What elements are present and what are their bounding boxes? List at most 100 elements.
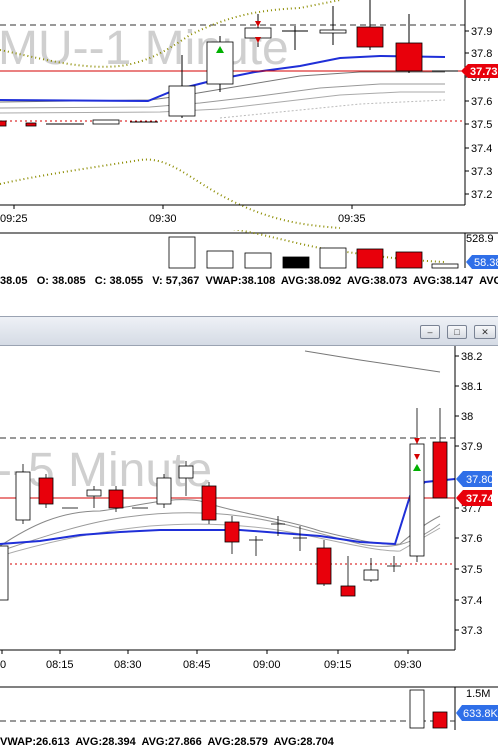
top-price-tick: 37.8 <box>471 48 492 60</box>
close-icon: ✕ <box>481 327 489 337</box>
top-ma-line-3 <box>0 91 445 114</box>
bottom-candle <box>432 441 448 499</box>
bottom-status-avg-4: AVG:28.704 <box>273 736 334 748</box>
minimize-icon: ‒ <box>427 327 433 337</box>
bottom-price-chart[interactable]: --5 Minute 38.2 38.1 38 37.9 37.7 37.6 3… <box>0 346 498 686</box>
top-price-tick: 37.9 <box>471 26 492 38</box>
bottom-candles <box>0 408 448 601</box>
bottom-volume-bar <box>409 689 425 729</box>
top-volume-bar <box>319 247 347 269</box>
top-time-tick: 09:25 <box>0 213 28 225</box>
top-time-ticks: 09:25 09:30 09:35 <box>0 205 366 225</box>
bottom-candle <box>224 521 240 543</box>
bottom-time-tick: 09:30 <box>394 659 422 671</box>
bottom-price-tick: 38.1 <box>461 381 482 393</box>
bottom-ma-line-3 <box>0 523 441 557</box>
top-ma-line-2 <box>0 83 445 109</box>
bottom-status-avg-2: AVG:27.866 <box>141 736 202 748</box>
close-button[interactable]: ✕ <box>474 325 496 339</box>
bottom-vwap-label: 37.80 <box>466 474 494 486</box>
bottom-candle <box>38 477 54 505</box>
top-status-vwap: VWAP:38.108 <box>205 275 276 287</box>
bottom-price-tick: 37.3 <box>461 625 482 637</box>
top-status-close: C: 38.055 <box>94 275 144 287</box>
bottom-time-tick: 09:00 <box>253 659 281 671</box>
top-candle <box>0 120 7 127</box>
bottom-time-ticks: 0 08:15 08:30 08:45 09:00 09:15 09:30 <box>0 650 422 671</box>
bottom-status-bar: VWAP:26.613 AVG:28.394 AVG:27.866 AVG:28… <box>0 735 498 750</box>
top-status-high: 38.05 <box>0 275 28 287</box>
bottom-status-vwap: VWAP:26.613 <box>0 736 70 748</box>
top-time-tick: 09:30 <box>149 213 177 225</box>
bottom-last-price-label: 37.74 <box>466 493 494 505</box>
bottom-candle <box>108 489 124 509</box>
top-price-chart[interactable]: MU--1 Minute 37.9 37.8 37.6 37.5 37.4 37… <box>0 0 498 230</box>
top-status-avg-1: AVG:38.092 <box>280 275 342 287</box>
top-price-tick: 37.5 <box>471 119 492 131</box>
top-price-ticks: 37.9 37.8 37.7 37.6 37.5 37.4 37.3 37.2 <box>465 26 492 201</box>
top-price-tick: 37.4 <box>471 143 492 155</box>
restore-icon: □ <box>454 327 460 337</box>
top-price-tick: 37.2 <box>471 189 492 201</box>
bottom-candle <box>15 471 31 521</box>
chart-window-titlebar[interactable]: ‒ □ ✕ <box>0 316 498 346</box>
top-last-price-label: 37.73 <box>470 66 498 78</box>
bottom-ma-line-2 <box>0 512 441 552</box>
bottom-candle <box>409 443 425 557</box>
top-volume-bars <box>168 236 459 269</box>
bottom-status-avg-1: AVG:28.394 <box>75 736 136 748</box>
top-volume-bar <box>395 251 423 269</box>
top-candle <box>319 29 347 34</box>
bottom-price-tick: 37.9 <box>461 441 482 453</box>
top-volume-label: 58.38 <box>474 257 498 269</box>
bottom-volume-tick: 1.5M <box>466 688 490 700</box>
bottom-candle <box>340 585 356 597</box>
top-status-volume: V: 57,367 <box>152 275 200 287</box>
bottom-candle <box>86 489 102 497</box>
top-volume-bar <box>356 248 384 269</box>
bottom-candle <box>156 477 172 505</box>
top-volume-bar <box>244 252 272 269</box>
bottom-time-tick: 0 <box>0 659 6 671</box>
bottom-time-tick: 08:15 <box>46 659 74 671</box>
top-candle <box>395 42 423 72</box>
top-ma-line-4 <box>219 99 446 119</box>
bottom-candle <box>178 465 194 479</box>
top-volume-tick: 528.9 <box>466 233 494 245</box>
top-candle <box>168 85 196 117</box>
bottom-candle <box>201 485 217 521</box>
bottom-candle <box>316 547 332 585</box>
top-candle <box>25 122 37 127</box>
bottom-price-tick: 37.6 <box>461 533 482 545</box>
bottom-time-tick: 09:15 <box>324 659 352 671</box>
top-volume-bar <box>168 236 196 269</box>
bottom-volume-pane[interactable]: 1.5M 633.8K <box>0 686 498 732</box>
restore-button[interactable]: □ <box>447 325 467 339</box>
top-volume-bar <box>431 263 459 269</box>
bottom-status-avg-3: AVG:28.579 <box>207 736 268 748</box>
bottom-price-tick: 37.4 <box>461 595 482 607</box>
top-status-avg-3: AVG:38.147 <box>413 275 474 287</box>
top-volume-bar <box>206 250 234 269</box>
top-status-avg-2: AVG:38.073 <box>346 275 408 287</box>
top-status-open: O: 38.085 <box>36 275 86 287</box>
top-candle <box>244 27 272 39</box>
bottom-time-tick: 08:45 <box>183 659 211 671</box>
bottom-candle <box>363 569 379 581</box>
top-status-bar: 38.05 O: 38.085 C: 38.055 V: 57,367 VWAP… <box>0 274 498 289</box>
top-candle <box>356 26 384 48</box>
top-status-avg-4: AVG <box>479 275 498 287</box>
bottom-price-tick: 38 <box>461 411 473 423</box>
top-time-tick: 09:35 <box>338 213 366 225</box>
top-price-tick: 37.6 <box>471 96 492 108</box>
bottom-volume-bar <box>432 711 448 729</box>
top-volume-pane[interactable]: 528.9 58.38 <box>0 230 498 270</box>
minimize-button[interactable]: ‒ <box>420 325 440 339</box>
bottom-upper-ma-line <box>304 350 441 373</box>
top-volume-bar <box>282 256 310 269</box>
top-candle <box>92 119 120 125</box>
bottom-candle <box>0 545 9 601</box>
bottom-price-tick: 38.2 <box>461 351 482 363</box>
bottom-down-arrow-marker <box>414 438 420 444</box>
bottom-price-tick: 37.5 <box>461 564 482 576</box>
